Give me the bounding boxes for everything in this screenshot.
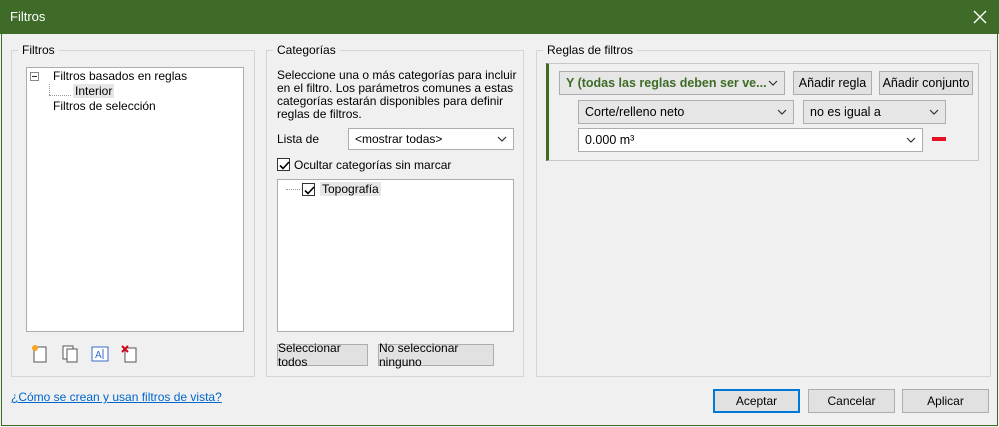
operator-value: no es igual a bbox=[810, 105, 881, 119]
filters-tree[interactable]: Filtros basados en reglas Interior Filtr… bbox=[26, 67, 244, 332]
remove-rule-icon[interactable] bbox=[932, 137, 946, 141]
list-dropdown[interactable]: <mostrar todas> bbox=[348, 128, 514, 150]
help-link[interactable]: ¿Cómo se crean y usan filtros de vista? bbox=[11, 390, 222, 404]
filters-dialog: Filtros Filtros basados en reglas Interi… bbox=[1, 34, 998, 426]
tree-rule-based-filters[interactable]: Filtros basados en reglas bbox=[53, 69, 187, 83]
operator-dropdown[interactable]: no es igual a bbox=[803, 100, 946, 124]
list-label: Lista de bbox=[277, 132, 320, 146]
chevron-down-icon bbox=[906, 137, 916, 143]
add-rule-button[interactable]: Añadir regla bbox=[793, 71, 872, 95]
parameter-value: Corte/relleno neto bbox=[585, 105, 685, 119]
chevron-down-icon bbox=[929, 109, 939, 115]
filter-rules-legend: Reglas de filtros bbox=[543, 43, 638, 57]
condition-value: Y (todas las reglas deben ser ve... bbox=[566, 76, 767, 90]
categories-description: Seleccione una o más categorías para inc… bbox=[277, 68, 517, 121]
new-filter-icon[interactable] bbox=[30, 344, 50, 364]
list-dropdown-value: <mostrar todas> bbox=[355, 132, 443, 146]
categories-legend: Categorías bbox=[273, 43, 340, 57]
chevron-down-icon bbox=[497, 136, 507, 142]
condition-dropdown[interactable]: Y (todas las reglas deben ser ve... bbox=[559, 71, 785, 95]
svg-text:A: A bbox=[95, 350, 102, 361]
categories-group: Categorías Seleccione una o más categorí… bbox=[266, 43, 524, 377]
ok-button[interactable]: Aceptar bbox=[713, 389, 800, 413]
hide-unchecked-checkbox[interactable] bbox=[277, 158, 290, 171]
tree-filter-interior[interactable]: Interior bbox=[73, 84, 115, 98]
rule-set-panel: Y (todas las reglas deben ser ve... Añad… bbox=[546, 63, 979, 161]
cancel-button[interactable]: Cancelar bbox=[808, 389, 895, 413]
tree-selection-filters[interactable]: Filtros de selección bbox=[53, 99, 156, 113]
duplicate-filter-icon[interactable] bbox=[60, 344, 80, 364]
chevron-down-icon bbox=[768, 80, 778, 86]
select-none-button[interactable]: No seleccionar ninguno bbox=[378, 341, 494, 369]
window-title: Filtros bbox=[10, 9, 46, 24]
category-checkbox-topografia[interactable] bbox=[302, 183, 315, 196]
value-text: 0.000 m³ bbox=[585, 133, 635, 147]
collapse-icon[interactable] bbox=[30, 72, 39, 81]
filters-legend: Filtros bbox=[18, 43, 59, 57]
title-bar: Filtros bbox=[0, 0, 999, 34]
close-icon[interactable] bbox=[967, 4, 993, 30]
filters-group: Filtros Filtros basados en reglas Interi… bbox=[11, 43, 255, 377]
apply-button[interactable]: Aplicar bbox=[902, 389, 989, 413]
value-combobox[interactable]: 0.000 m³ bbox=[578, 128, 923, 152]
parameter-dropdown[interactable]: Corte/relleno neto bbox=[578, 100, 794, 124]
delete-filter-icon[interactable] bbox=[120, 344, 140, 364]
add-set-button[interactable]: Añadir conjunto bbox=[879, 71, 973, 95]
select-all-button[interactable]: Seleccionar todos bbox=[277, 341, 368, 369]
filter-rules-group: Reglas de filtros Y (todas las reglas de… bbox=[536, 43, 991, 377]
rename-filter-icon[interactable]: A bbox=[90, 344, 110, 364]
categories-list[interactable]: Topografía bbox=[277, 179, 514, 332]
category-topografia[interactable]: Topografía bbox=[320, 182, 381, 196]
chevron-down-icon bbox=[777, 109, 787, 115]
hide-unchecked-label: Ocultar categorías sin marcar bbox=[294, 158, 452, 172]
